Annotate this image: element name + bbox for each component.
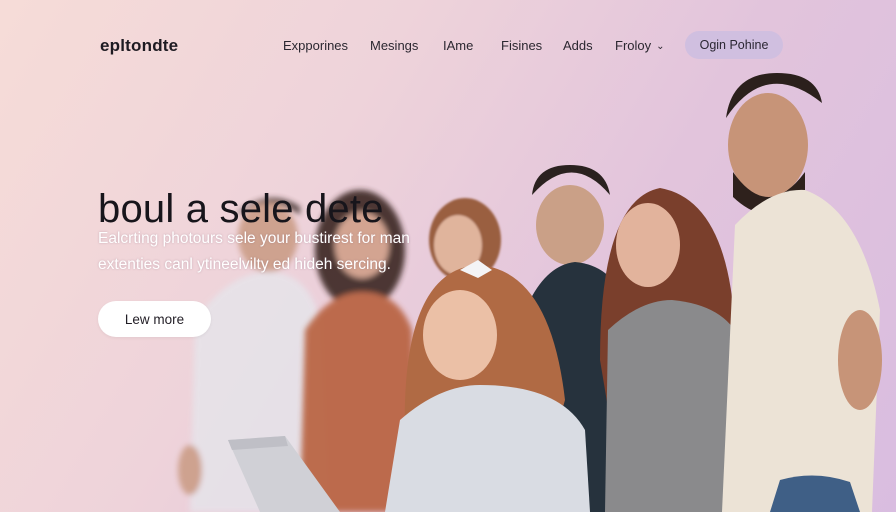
nav-item-adds[interactable]: Adds xyxy=(563,38,593,53)
nav-item-froloy-dropdown[interactable]: Froloy ⌄ xyxy=(615,38,665,53)
hero-title: boul a sele dete xyxy=(98,186,384,231)
header-cta-button[interactable]: Ogin Pohine xyxy=(685,31,783,59)
chevron-down-icon: ⌄ xyxy=(656,41,665,52)
learn-more-button[interactable]: Lew more xyxy=(98,301,211,337)
nav-item-iame[interactable]: IAme xyxy=(443,38,473,53)
nav-item-fisines[interactable]: Fisines xyxy=(501,38,542,53)
brand-logo[interactable]: epltondte xyxy=(100,36,178,56)
hero-subtitle-line-1: Ealcrting photours sele your bustirest f… xyxy=(98,230,410,247)
nav-item-froloy-label: Froloy xyxy=(615,38,652,53)
nav-item-expporines[interactable]: Expporines xyxy=(283,38,348,53)
site-header: epltondte Expporines Mesings IAme Fisine… xyxy=(0,0,896,90)
hero-subtitle-line-2: extenties canl ytineelvilty ed hideh ser… xyxy=(98,256,391,273)
nav-item-mesings[interactable]: Mesings xyxy=(370,38,418,53)
